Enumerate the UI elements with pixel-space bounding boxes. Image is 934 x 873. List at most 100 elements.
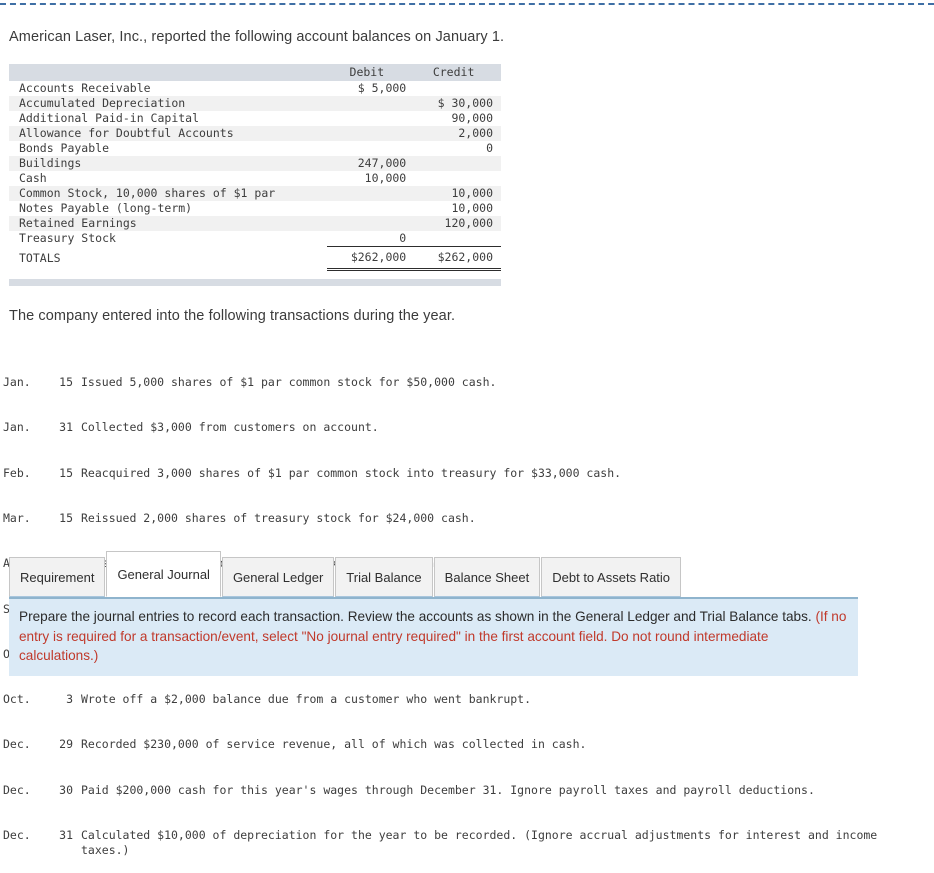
cell-credit [414, 81, 501, 96]
transaction-description: Calculated $10,000 of depreciation for t… [81, 828, 878, 842]
transaction-month: Mar. [3, 511, 31, 526]
cell-account: Treasury Stock [19, 231, 116, 246]
table-body: Accounts Receivable $ 5,000 Accumulated … [9, 81, 501, 271]
instruction-text-primary: Prepare the journal entries to record ea… [19, 609, 816, 624]
table-row: Accounts Receivable $ 5,000 [9, 81, 501, 96]
table-header-row: Debit Credit [9, 64, 501, 81]
transaction-description: Reissued 2,000 shares of treasury stock … [81, 511, 476, 526]
table-row: Cash 10,000 [9, 171, 501, 186]
tab-general-ledger[interactable]: General Ledger [221, 557, 335, 597]
cell-account: Notes Payable (long-term) [19, 201, 193, 215]
cell-credit: 10,000 [451, 186, 493, 200]
tab-general-journal[interactable]: General Journal [106, 551, 221, 597]
transaction-item: Dec. 30 Paid $200,000 cash for this year's… [3, 783, 877, 798]
transaction-day: 15 [59, 375, 73, 390]
cell-account: Accumulated Depreciation [19, 96, 186, 110]
transaction-day: 29 [59, 737, 73, 752]
transaction-item: Dec. 31 Calculated $10,000 of depreciation… [3, 828, 877, 858]
transaction-month: Feb. [3, 465, 31, 480]
transaction-month: Dec. [3, 782, 31, 797]
tab-label: Trial Balance [346, 569, 422, 585]
tab-label: Balance Sheet [444, 569, 530, 585]
tab-bar: Requirement General Journal General Ledg… [9, 551, 682, 597]
cell-debit [327, 141, 414, 156]
table-row: Common Stock, 10,000 shares of $1 par 10… [9, 186, 501, 201]
transaction-month: Jan. [3, 375, 31, 390]
table-row: Notes Payable (long-term) 10,000 [9, 201, 501, 216]
transaction-description: Wrote off a $2,000 balance due from a cu… [81, 692, 532, 707]
cell-account: Bonds Payable [19, 141, 110, 155]
transaction-day: 15 [59, 511, 73, 526]
table-row: Accumulated Depreciation $ 30,000 [9, 96, 501, 111]
tab-trial-balance[interactable]: Trial Balance [335, 557, 433, 597]
transaction-day: 3 [66, 692, 73, 707]
cell-credit [414, 171, 501, 186]
intro-line-1: American Laser, Inc., reported the follo… [9, 29, 505, 45]
tab-label: General Journal [117, 566, 210, 582]
intro-line-2: The company entered into the following t… [9, 308, 456, 324]
transaction-item: Mar. 15 Reissued 2,000 shares of treasury … [3, 511, 877, 526]
column-header-account [9, 64, 328, 81]
cell-debit [327, 126, 414, 141]
cell-debit: 247,000 [357, 156, 407, 170]
transaction-item: Feb. 15 Reacquired 3,000 shares of $1 par … [3, 466, 877, 481]
column-header-credit: Credit [414, 64, 501, 81]
cell-debit: 0 [327, 231, 415, 247]
transaction-item: Jan. 31 Collected $3,000 from customers on… [3, 420, 877, 435]
cell-credit [414, 156, 501, 171]
transaction-day: 30 [59, 782, 73, 797]
table-row: Treasury Stock 0 [9, 231, 501, 247]
tab-label: Debt to Assets Ratio [552, 569, 671, 585]
cell-account: Retained Earnings [19, 216, 137, 230]
transaction-description: Issued 5,000 shares of $1 par common sto… [81, 375, 497, 390]
tab-debt-to-assets-ratio[interactable]: Debt to Assets Ratio [541, 557, 682, 597]
cell-account: Common Stock, 10,000 shares of $1 par [19, 186, 276, 200]
table-footer-band [9, 279, 501, 286]
transaction-description: Reacquired 3,000 shares of $1 par common… [81, 465, 622, 480]
totals-row: TOTALS $262,000 $262,000 [9, 246, 501, 271]
cell-credit: 10,000 [451, 201, 493, 215]
transaction-description: Paid $200,000 cash for this year's wages… [81, 782, 815, 797]
cell-debit [327, 186, 414, 201]
totals-debit: $262,000 [327, 246, 415, 271]
cell-debit [327, 201, 414, 216]
transaction-month: Dec. [3, 737, 31, 752]
cell-account: Accounts Receivable [19, 81, 151, 95]
transaction-item: Oct. 3 Wrote off a $2,000 balance due from… [3, 692, 877, 707]
totals-label: TOTALS [9, 246, 328, 270]
account-balances-table: Debit Credit Accounts Receivable $ 5,000… [9, 64, 501, 271]
table-row: Bonds Payable 0 [9, 141, 501, 156]
table-row: Allowance for Doubtful Accounts 2,000 [9, 126, 501, 141]
cell-credit: 2,000 [458, 126, 493, 140]
transaction-day: 31 [59, 828, 73, 842]
cell-account: Cash [19, 171, 47, 185]
transaction-item: Dec. 29 Recorded $230,000 of service reven… [3, 737, 877, 752]
cell-debit: $ 5,000 [357, 81, 407, 95]
tab-requirement[interactable]: Requirement [9, 557, 106, 597]
tab-label: Requirement [20, 569, 95, 585]
transaction-month: Oct. [3, 692, 31, 707]
cell-account: Buildings [19, 156, 82, 170]
transaction-month: Dec. [3, 828, 31, 842]
cell-debit [327, 96, 414, 111]
instruction-panel: Prepare the journal entries to record ea… [9, 597, 858, 676]
transaction-description-continued: taxes.) [81, 843, 130, 858]
cell-credit [414, 231, 501, 247]
transaction-description: Collected $3,000 from customers on accou… [81, 420, 379, 435]
transaction-day: 15 [59, 465, 73, 480]
transaction-day: 31 [59, 420, 73, 435]
tab-label: General Ledger [232, 569, 324, 585]
table-row: Additional Paid-in Capital 90,000 [9, 111, 501, 126]
totals-credit: $262,000 [414, 246, 501, 271]
table-row: Buildings 247,000 [9, 156, 501, 171]
transaction-description: Recorded $230,000 of service revenue, al… [81, 737, 587, 752]
cell-debit [327, 111, 414, 126]
transaction-item: Jan. 15 Issued 5,000 shares of $1 par comm… [3, 375, 877, 390]
cell-credit: 120,000 [444, 216, 493, 230]
cell-debit: 10,000 [364, 171, 407, 185]
top-dashed-divider [0, 3, 934, 5]
tab-balance-sheet[interactable]: Balance Sheet [433, 557, 541, 597]
cell-credit: 0 [486, 141, 493, 155]
cell-debit [327, 216, 414, 231]
cell-credit: 90,000 [451, 111, 493, 125]
